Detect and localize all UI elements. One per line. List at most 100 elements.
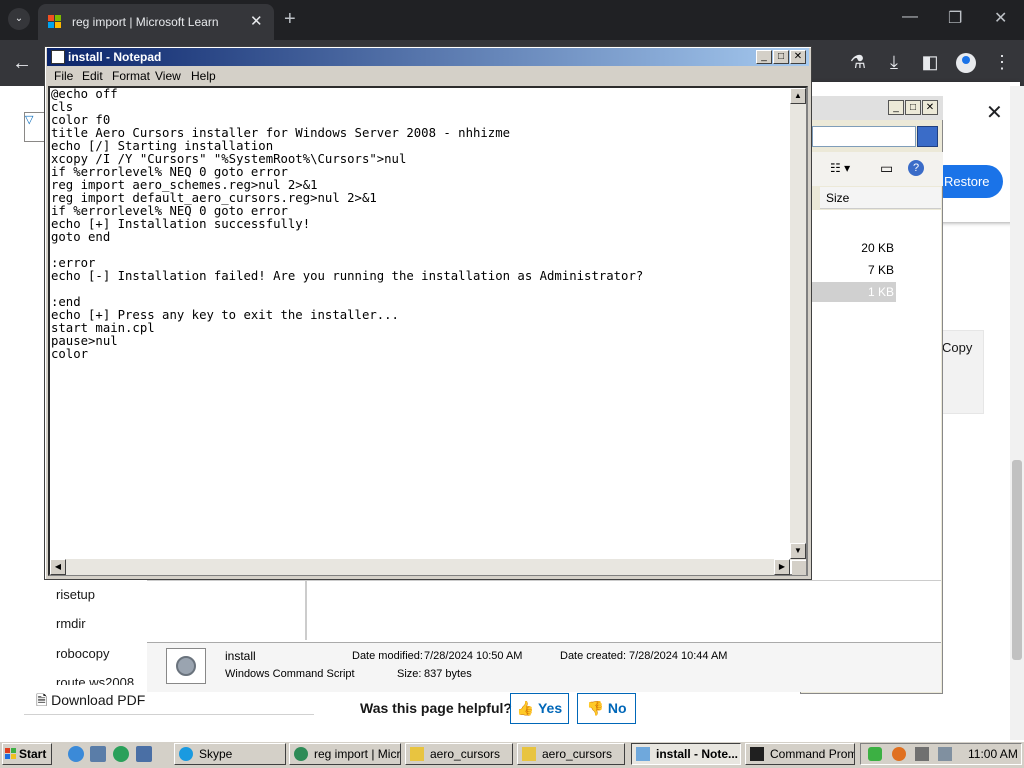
flask-icon[interactable]: ⚗ xyxy=(846,52,870,73)
detail-modified-label: Date modified: xyxy=(352,650,423,662)
page-scrollbar-thumb[interactable] xyxy=(1012,460,1022,660)
explorer-close-icon[interactable]: ✕ xyxy=(922,100,938,115)
explorer-toolbar: ☷ ▾ ▭ ? xyxy=(800,152,943,186)
menu-help[interactable]: Help xyxy=(191,69,216,83)
browser-icon xyxy=(294,747,308,761)
explorer-search-input[interactable] xyxy=(812,126,916,147)
task-folder[interactable]: aero_cursors xyxy=(517,743,625,765)
scroll-up-icon[interactable]: ▲ xyxy=(790,88,806,104)
yes-label: Yes xyxy=(537,700,563,716)
notepad-title: install - Notepad xyxy=(68,50,162,64)
download-pdf-label: Download PDF xyxy=(51,692,146,708)
show-desktop-icon[interactable] xyxy=(90,746,106,762)
task-label: Command Prompt xyxy=(770,747,854,761)
menu-view[interactable]: View xyxy=(155,69,181,83)
nav-item-rmdir[interactable]: rmdir xyxy=(56,616,86,631)
search-tray-icon[interactable] xyxy=(892,747,906,761)
scroll-down-icon[interactable]: ▼ xyxy=(790,543,806,559)
task-skype[interactable]: Skype xyxy=(174,743,286,765)
scroll-right-icon[interactable]: ▶ xyxy=(774,559,790,575)
file-size-cell: 7 KB xyxy=(867,263,894,277)
close-icon[interactable]: ✕ xyxy=(790,50,806,64)
volume-muted-icon[interactable] xyxy=(938,747,952,761)
new-tab-button[interactable]: + xyxy=(284,8,296,30)
horizontal-scrollbar[interactable] xyxy=(50,559,790,575)
folder-icon xyxy=(522,747,536,761)
windows-logo-icon xyxy=(5,748,16,759)
tab-search-icon[interactable]: ⌄ xyxy=(8,8,30,30)
resize-grip-icon[interactable] xyxy=(792,561,806,575)
task-label: install - Note... xyxy=(656,747,739,761)
security-check-icon[interactable] xyxy=(868,747,882,761)
feedback-question: Was this page helpful? xyxy=(360,700,512,716)
search-icon[interactable] xyxy=(917,126,938,147)
detail-size-label: Size: xyxy=(397,668,422,680)
cmd-icon xyxy=(750,747,764,761)
minimize-icon[interactable]: _ xyxy=(756,50,772,64)
menu-format[interactable]: Format xyxy=(112,69,150,83)
download-icon[interactable]: ⤓ xyxy=(882,52,906,73)
views-icon[interactable]: ☷ ▾ xyxy=(830,161,850,175)
task-label: aero_cursors xyxy=(430,747,501,761)
tab-close-icon[interactable]: ✕ xyxy=(250,12,263,30)
tab-title: reg import | Microsoft Learn xyxy=(72,15,219,29)
nav-item-robocopy[interactable]: robocopy xyxy=(56,646,109,661)
task-notepad[interactable]: install - Note... xyxy=(631,743,741,765)
task-label: reg import | Micr... xyxy=(314,747,401,761)
notepad-text[interactable]: @echo off cls color f0 title Aero Cursor… xyxy=(51,88,789,558)
notepad-icon xyxy=(636,747,650,761)
nav-item-risetup[interactable]: risetup xyxy=(56,587,95,602)
media-icon[interactable] xyxy=(113,746,129,762)
detail-filetype: Windows Command Script xyxy=(225,668,355,680)
browser-tab[interactable]: reg import | Microsoft Learn ✕ xyxy=(38,4,274,40)
no-label: No xyxy=(607,700,627,716)
scroll-left-icon[interactable]: ◀ xyxy=(50,559,66,575)
explorer-pane xyxy=(147,580,941,642)
pdf-icon: 🗎 xyxy=(36,692,48,708)
preview-pane-icon[interactable]: ▭ xyxy=(880,160,893,177)
profile-icon[interactable] xyxy=(956,53,976,73)
close-icon[interactable]: ✕ xyxy=(986,100,1003,125)
minimize-icon[interactable]: — xyxy=(902,8,918,26)
back-arrow-icon[interactable]: ← xyxy=(12,52,32,75)
file-size-cell: 1 KB xyxy=(867,285,894,299)
detail-created: 7/28/2024 10:44 AM xyxy=(629,650,728,662)
thumbs-up-icon: 👍 xyxy=(516,700,535,716)
network-icon[interactable] xyxy=(915,747,929,761)
no-button[interactable]: 👎 No xyxy=(577,693,636,724)
copy-button[interactable]: Copy xyxy=(942,340,972,355)
task-folder[interactable]: aero_cursors xyxy=(405,743,513,765)
help-icon[interactable]: ? xyxy=(908,160,924,176)
close-window-icon[interactable]: ✕ xyxy=(994,8,1007,28)
side-panel-icon[interactable]: ◧ xyxy=(918,52,942,73)
clock: 11:00 AM xyxy=(968,747,1018,761)
task-label: Skype xyxy=(199,747,233,761)
explorer-maximize-icon[interactable]: □ xyxy=(905,100,921,115)
vertical-scrollbar[interactable] xyxy=(790,88,806,560)
script-file-icon xyxy=(166,648,206,684)
explorer-minimize-icon[interactable]: _ xyxy=(888,100,904,115)
microsoft-logo-icon xyxy=(48,15,62,29)
detail-size: 837 bytes xyxy=(424,668,472,680)
nav-item-route[interactable]: route ws2008 xyxy=(56,675,134,685)
notepad-icon xyxy=(51,50,65,64)
skype-icon xyxy=(179,747,193,761)
pane-divider xyxy=(305,580,307,640)
details-pane xyxy=(147,642,941,692)
switch-windows-icon[interactable] xyxy=(136,746,152,762)
download-pdf-link[interactable]: 🗎 Download PDF xyxy=(36,690,145,714)
nav-divider xyxy=(24,714,314,715)
ie-icon[interactable] xyxy=(68,746,84,762)
yes-button[interactable]: 👍 Yes xyxy=(510,693,569,724)
folder-icon xyxy=(410,747,424,761)
task-cmd[interactable]: Command Prompt xyxy=(745,743,855,765)
thumbs-down-icon: 👎 xyxy=(586,700,604,716)
maximize-icon[interactable]: □ xyxy=(773,50,789,64)
task-browser[interactable]: reg import | Micr... xyxy=(289,743,401,765)
task-label: aero_cursors xyxy=(542,747,613,761)
detail-created-label: Date created: xyxy=(560,650,627,662)
menu-icon[interactable]: ⋮ xyxy=(990,52,1014,73)
restore-window-icon[interactable]: ❐ xyxy=(948,8,962,28)
menu-file[interactable]: File xyxy=(54,69,73,83)
menu-edit[interactable]: Edit xyxy=(82,69,103,83)
